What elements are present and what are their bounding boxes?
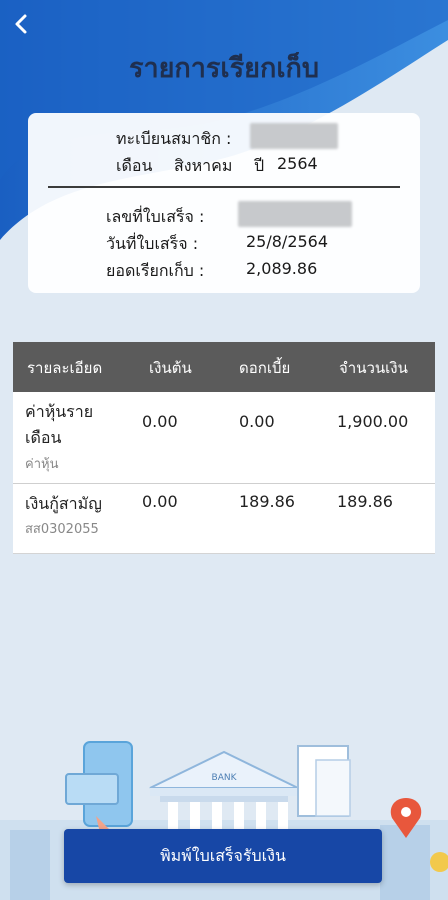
back-button[interactable] xyxy=(6,8,38,40)
col-interest-header: ดอกเบี้ย xyxy=(239,359,291,377)
table-body: ค่าหุ้นราย เดือน ค่าหุ้น 0.00 0.00 1,900… xyxy=(13,392,435,554)
row-principal: 0.00 xyxy=(142,412,178,431)
row-amount: 1,900.00 xyxy=(337,412,409,431)
row-detail: เงินกู้สามัญ xyxy=(25,494,102,513)
row-principal: 0.00 xyxy=(142,492,178,511)
month-label: เดือน xyxy=(116,156,153,175)
col-detail-header: รายละเอียด xyxy=(27,359,103,377)
month-value: สิงหาคม xyxy=(174,156,233,175)
receipt-no-label: เลขที่ใบเสร็จ : xyxy=(106,207,205,226)
col-amount-header: จำนวนเงิน xyxy=(339,359,408,377)
receipt-info-card: ทะเบียนสมาชิก : เดือน สิงหาคม ปี 2564 เล… xyxy=(28,113,420,293)
table-row[interactable]: เงินกู้สามัญ สส0302055 0.00 189.86 189.8… xyxy=(13,484,435,554)
row-detail: ค่าหุ้นราย xyxy=(25,402,94,421)
receipt-date-label: วันที่ใบเสร็จ : xyxy=(106,234,199,253)
member-label: ทะเบียนสมาชิก : xyxy=(116,129,232,148)
divider xyxy=(48,186,400,188)
svg-text:BANK: BANK xyxy=(212,773,238,783)
page-title: รายการเรียกเก็บ xyxy=(128,53,320,84)
row-interest: 0.00 xyxy=(239,412,275,431)
member-id-redacted xyxy=(250,123,338,149)
col-principal-header: เงินต้น xyxy=(149,359,192,377)
row-amount: 189.86 xyxy=(337,492,393,511)
receipt-no-redacted xyxy=(238,201,352,227)
billing-table: รายละเอียด เงินต้น ดอกเบี้ย จำนวนเงิน ค่… xyxy=(13,342,435,554)
row-detail-line2: เดือน xyxy=(25,428,62,447)
documents-icon xyxy=(297,745,351,817)
row-detail-sub: ค่าหุ้น xyxy=(25,457,59,472)
year-value: 2564 xyxy=(277,154,318,173)
print-receipt-button[interactable]: พิมพ์ใบเสร็จรับเงิน xyxy=(64,829,382,883)
receipt-date-value: 25/8/2564 xyxy=(246,232,329,251)
table-header: รายละเอียด เงินต้น ดอกเบี้ย จำนวนเงิน xyxy=(13,342,435,392)
year-label: ปี xyxy=(254,156,265,175)
amount-value: 2,089.86 xyxy=(246,259,318,278)
amount-label: ยอดเรียกเก็บ : xyxy=(106,261,205,280)
chevron-left-icon xyxy=(15,14,27,34)
row-interest: 189.86 xyxy=(239,492,295,511)
table-row[interactable]: ค่าหุ้นราย เดือน ค่าหุ้น 0.00 0.00 1,900… xyxy=(13,392,435,484)
row-detail-sub: สส0302055 xyxy=(25,522,99,537)
